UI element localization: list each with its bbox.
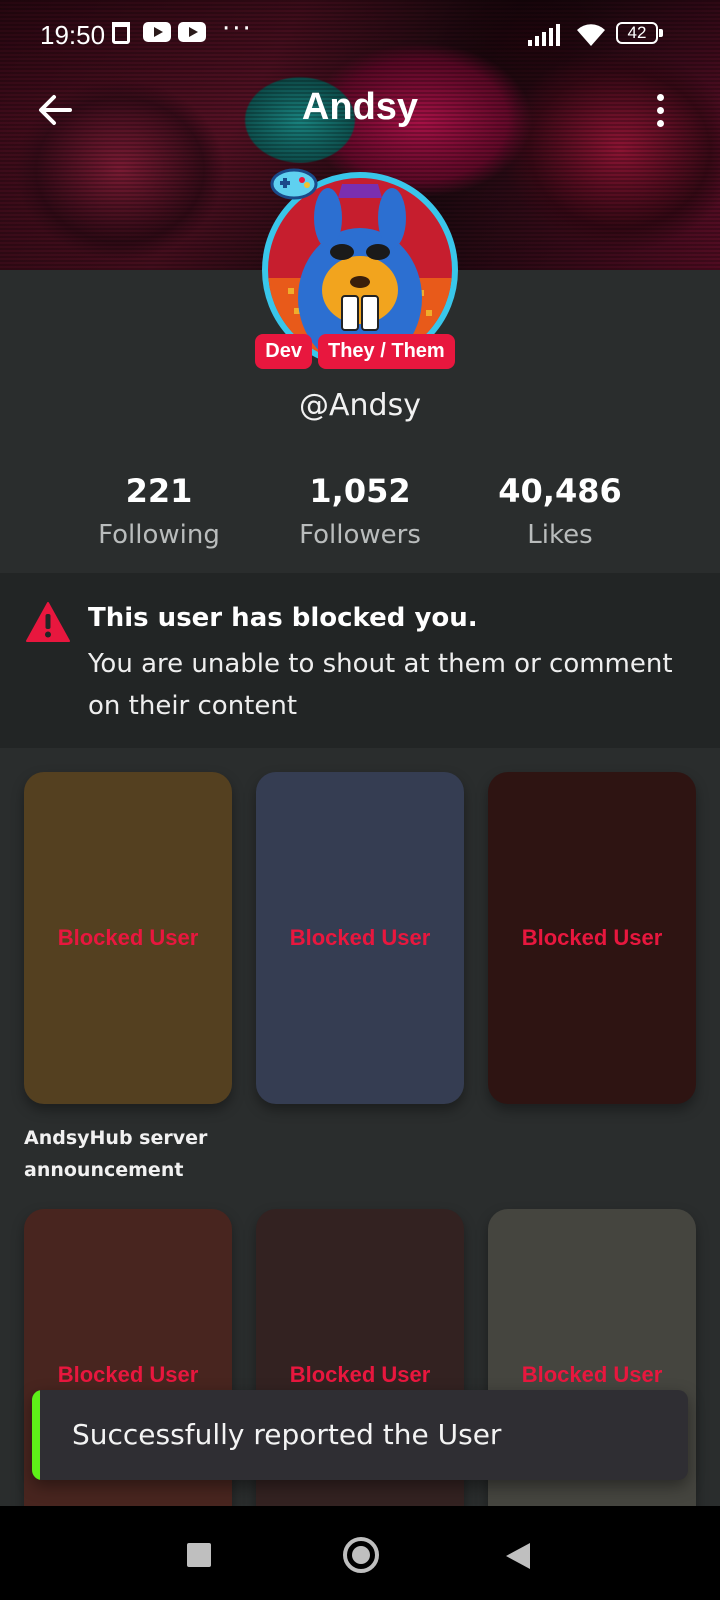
toast-notification: Successfully reported the User: [32, 1390, 688, 1480]
stat-value: 221: [125, 472, 193, 510]
post-tile[interactable]: Blocked User: [24, 1209, 232, 1541]
post-tile[interactable]: Blocked User: [256, 1209, 464, 1541]
more-notifications-icon: ···: [222, 14, 253, 44]
post-tile[interactable]: Blocked User: [24, 772, 232, 1104]
post-tile-label: Blocked User: [521, 925, 663, 950]
wifi-icon: [577, 24, 605, 46]
post-tile-label: Blocked User: [289, 1362, 431, 1387]
battery-level: 42: [627, 23, 647, 42]
toast-accent-bar: [32, 1390, 40, 1480]
stat-label: Following: [98, 520, 220, 550]
stat-value: 40,486: [498, 472, 622, 510]
post-tile-label: Blocked User: [57, 1362, 199, 1387]
home-icon[interactable]: [343, 1537, 379, 1573]
signal-icon: [528, 24, 564, 46]
youtube-icon: [143, 22, 171, 42]
back-icon[interactable]: [506, 1543, 530, 1569]
post-tile[interactable]: Blocked User: [256, 772, 464, 1104]
system-nav-bar: [0, 1506, 720, 1600]
post-tile[interactable]: Blocked User: [488, 772, 696, 1104]
role-badge: Dev: [255, 334, 312, 369]
post-tile-label: Blocked User: [521, 1362, 663, 1387]
youtube-icon: [178, 22, 206, 42]
post-tile[interactable]: Blocked User: [488, 1209, 696, 1541]
stat-following[interactable]: 221 Following: [59, 472, 259, 550]
pronoun-badge: They / Them: [318, 334, 455, 369]
trash-icon: [112, 22, 130, 44]
post-tile-label: Blocked User: [289, 925, 431, 950]
blocked-notice: This user has blocked you. You are unabl…: [0, 573, 720, 748]
stat-label: Followers: [299, 520, 421, 550]
username-handle: @Andsy: [299, 388, 421, 423]
post-caption[interactable]: AndsyHub server announcement: [24, 1122, 244, 1186]
stat-value: 1,052: [309, 472, 411, 510]
stat-label: Likes: [527, 520, 593, 550]
status-bar: 19:50 ··· 42: [0, 0, 720, 70]
warning-icon: [26, 602, 70, 642]
recent-apps-icon[interactable]: [187, 1543, 211, 1567]
more-options-icon[interactable]: [648, 88, 672, 132]
blocked-notice-body: You are unable to shout at them or comme…: [88, 649, 673, 721]
stat-followers[interactable]: 1,052 Followers: [260, 472, 460, 550]
page-title: Andsy: [301, 86, 419, 128]
profile-badges: Dev They / Them: [0, 334, 720, 369]
post-tile-label: Blocked User: [57, 925, 199, 950]
battery-icon: 42: [616, 22, 663, 44]
toast-message: Successfully reported the User: [72, 1418, 502, 1451]
gamepad-icon: [270, 168, 318, 200]
blocked-notice-title: This user has blocked you.: [88, 603, 478, 633]
status-time: 19:50: [40, 20, 106, 50]
stat-likes[interactable]: 40,486 Likes: [460, 472, 660, 550]
